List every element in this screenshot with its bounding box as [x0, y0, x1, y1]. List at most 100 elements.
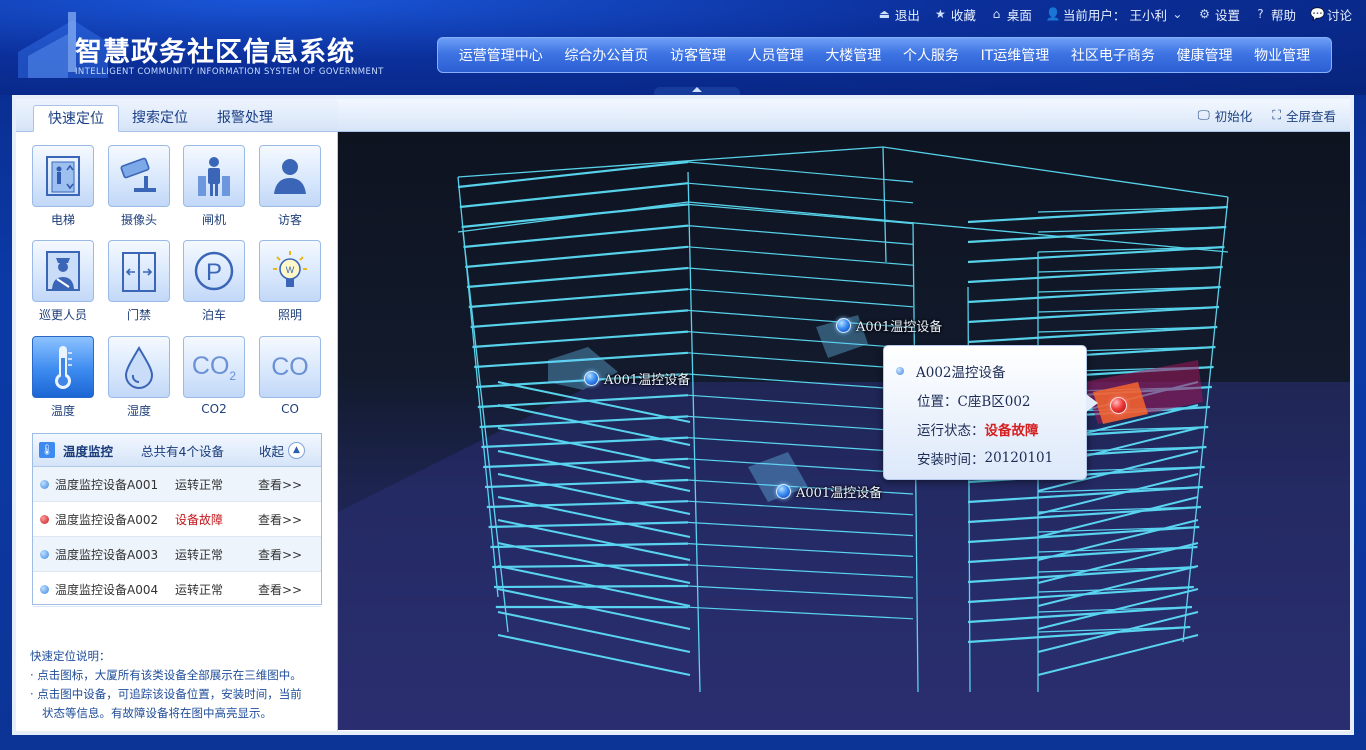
- nav-item-personal[interactable]: 个人服务: [903, 45, 959, 65]
- status-label: 运行状态：: [917, 422, 985, 439]
- monitor-count: 总共有4个设备: [141, 443, 224, 459]
- help-icon: ?: [1257, 6, 1264, 21]
- current-user-name: 王小利: [1129, 7, 1167, 23]
- device-type-lighting[interactable]: W 照明: [259, 240, 321, 323]
- home-icon: ⌂: [992, 6, 1001, 21]
- viewer-toolbar: 🖵 初始化 ⛶ 全屏查看: [338, 99, 1350, 132]
- device-type-elevator[interactable]: 电梯: [32, 145, 94, 228]
- device-name: 温度监控设备A001: [55, 477, 159, 492]
- device-type-parking[interactable]: P 泊车: [183, 240, 245, 323]
- device-type-co[interactable]: CO CO: [259, 336, 321, 416]
- nav-item-ecommerce[interactable]: 社区电子商务: [1071, 45, 1155, 65]
- parking-icon: P: [183, 240, 245, 302]
- view-link[interactable]: 查看>>: [258, 546, 302, 563]
- desktop-link[interactable]: ⌂ 桌面: [990, 5, 1032, 24]
- nav-indicator: [654, 87, 740, 95]
- device-marker[interactable]: A001温控设备: [776, 482, 882, 501]
- nav-item-personnel[interactable]: 人员管理: [748, 45, 804, 65]
- nav-item-property[interactable]: 物业管理: [1254, 45, 1310, 65]
- device-name: 温度监控设备A002: [55, 512, 159, 527]
- settings-link[interactable]: ⚙ 设置: [1198, 5, 1240, 24]
- fault-device-marker[interactable]: [1110, 397, 1127, 414]
- chat-icon: 💬: [1309, 6, 1325, 21]
- discuss-link[interactable]: 💬 讨论: [1310, 5, 1352, 24]
- main-frame: 快速定位 搜索定位 报警处理 电梯 摄像头 闸机 访客 巡更人员 门禁 P 泊车…: [12, 95, 1354, 735]
- device-type-label: 电梯: [50, 213, 75, 227]
- notes-line: · 点击图标，大厦所有该类设备全部展示在三维图中。: [30, 668, 302, 682]
- popup-title: A002温控设备: [916, 364, 1006, 381]
- user-menu[interactable]: 👤 当前用户： 王小利 ⌄: [1046, 5, 1184, 24]
- device-type-label: CO: [281, 402, 299, 416]
- device-type-humidity[interactable]: 湿度: [108, 336, 170, 419]
- marker-label: A001温控设备: [796, 486, 883, 501]
- tab-bar: 快速定位 搜索定位 报警处理: [16, 99, 338, 132]
- visitor-icon: [259, 145, 321, 207]
- logout-icon: ⏏: [878, 6, 891, 21]
- list-item[interactable]: 温度监控设备A004 运转正常 查看>>: [33, 572, 321, 607]
- popup-install-line: 安装时间： 20120101: [896, 443, 1074, 472]
- left-panel: 快速定位 搜索定位 报警处理 电梯 摄像头 闸机 访客 巡更人员 门禁 P 泊车…: [16, 99, 338, 731]
- device-marker[interactable]: A001温控设备: [584, 369, 690, 388]
- humidity-icon: [108, 336, 170, 398]
- settings-label: 设置: [1214, 7, 1240, 23]
- popup-title-line: A002温控设备: [896, 356, 1074, 385]
- logout-link[interactable]: ⏏ 退出: [878, 5, 920, 24]
- status-value: 设备故障: [984, 422, 1039, 439]
- device-type-co2[interactable]: CO2 CO2: [183, 336, 245, 416]
- device-type-visitor[interactable]: 访客: [259, 145, 321, 228]
- nav-item-ops-center[interactable]: 运营管理中心: [459, 45, 543, 65]
- list-item[interactable]: 温度监控设备A003 运转正常 查看>>: [33, 537, 321, 572]
- device-status: 设备故障: [175, 512, 224, 527]
- marker-label: A001温控设备: [856, 320, 943, 335]
- fault-pin-icon: [1110, 397, 1127, 414]
- device-info-popup: A002温控设备 位置： C座B区002 运行状态： 设备故障 安装时间： 20120…: [883, 345, 1098, 480]
- status-dot-icon: [40, 514, 49, 524]
- device-type-label: 湿度: [126, 404, 151, 418]
- thermometer-icon: [32, 336, 94, 398]
- device-status: 运转正常: [175, 477, 224, 492]
- collapse-button[interactable]: 收起 ▲: [259, 441, 306, 460]
- nav-item-health[interactable]: 健康管理: [1177, 45, 1233, 65]
- device-type-label: 闸机: [201, 213, 226, 227]
- help-link[interactable]: ? 帮助: [1254, 5, 1296, 24]
- notes-line: · 点击图中设备，可追踪该设备位置，安装时间，当前: [30, 687, 302, 701]
- chevron-up-icon: ▲: [288, 441, 306, 459]
- device-type-camera[interactable]: 摄像头: [108, 145, 170, 228]
- device-type-patrol[interactable]: 巡更人员: [32, 240, 94, 323]
- device-type-label: 摄像头: [120, 213, 157, 227]
- building-3d-view[interactable]: A001温控设备 A001温控设备 A001温控设备 A002温控设备 位置： C…: [338, 132, 1350, 730]
- init-button[interactable]: 🖵 初始化: [1198, 106, 1253, 125]
- device-type-label: 门禁: [126, 308, 151, 322]
- list-item[interactable]: 温度监控设备A002 设备故障 查看>>: [33, 502, 321, 537]
- device-type-door-access[interactable]: 门禁: [108, 240, 170, 323]
- user-icon: 👤: [1045, 6, 1061, 21]
- status-dot-icon: [896, 366, 904, 375]
- device-type-label: 巡更人员: [38, 308, 87, 322]
- nav-item-it-ops[interactable]: IT运维管理: [981, 45, 1050, 65]
- nav-item-office-home[interactable]: 综合办公首页: [564, 45, 648, 65]
- elevator-icon: [32, 145, 94, 207]
- tab-search-locate[interactable]: 搜索定位: [118, 105, 202, 132]
- favorites-link[interactable]: ★ 收藏: [934, 5, 976, 24]
- device-type-temperature[interactable]: 温度: [32, 336, 94, 419]
- device-marker[interactable]: A001温控设备: [836, 316, 942, 335]
- status-dot-icon: [40, 584, 49, 594]
- nav-item-building[interactable]: 大楼管理: [825, 45, 881, 65]
- fullscreen-button[interactable]: ⛶ 全屏查看: [1272, 106, 1336, 125]
- view-link[interactable]: 查看>>: [258, 511, 302, 528]
- tab-quick-locate[interactable]: 快速定位: [33, 105, 119, 132]
- notes-line: 状态等信息。有故障设备将在图中高亮显示。: [42, 706, 272, 720]
- view-link[interactable]: 查看>>: [258, 581, 302, 598]
- monitor-icon: 🖵: [1197, 107, 1210, 122]
- install-value: 20120101: [984, 449, 1054, 466]
- device-type-gate[interactable]: 闸机: [183, 145, 245, 228]
- view-link[interactable]: 查看>>: [258, 476, 302, 493]
- co2-icon: CO2: [183, 336, 245, 398]
- list-item[interactable]: 温度监控设备A001 运转正常 查看>>: [33, 467, 321, 502]
- help-notes: 快速定位说明： · 点击图标，大厦所有该类设备全部展示在三维图中。 · 点击图中…: [30, 647, 330, 723]
- install-label: 安装时间：: [917, 451, 985, 468]
- tab-alarm-handling[interactable]: 报警处理: [203, 105, 287, 132]
- help-label: 帮助: [1270, 7, 1296, 23]
- nav-item-visitor[interactable]: 访客管理: [670, 45, 726, 65]
- device-type-label: 访客: [277, 213, 302, 227]
